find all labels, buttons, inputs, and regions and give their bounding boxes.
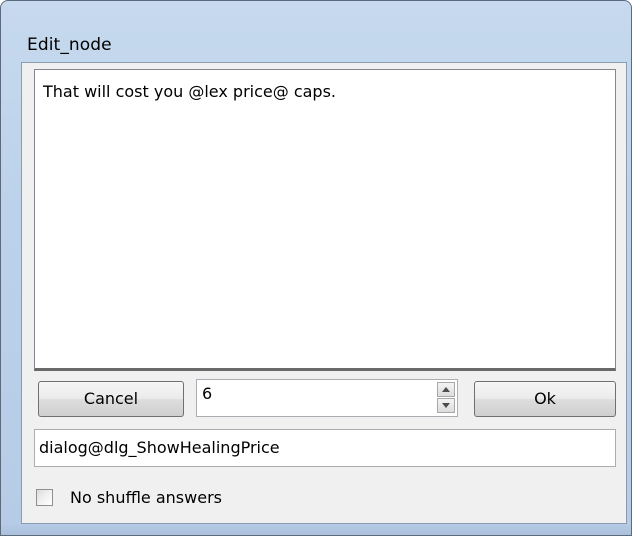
edit-node-window: Edit_node That will cost you @lex price@… [0,0,632,536]
number-stepper-value[interactable]: 6 [202,384,212,403]
number-stepper[interactable]: 6 [196,379,458,417]
arrow-up-icon[interactable] [437,382,455,397]
no-shuffle-label[interactable]: No shuffle answers [70,487,222,509]
no-shuffle-checkbox[interactable] [36,489,53,506]
spin-buttons [437,382,455,414]
cancel-button[interactable]: Cancel [38,381,184,417]
dialog-select[interactable]: dialog@dlg_ShowHealingPrice [34,429,616,467]
title-bar[interactable]: Edit_node [1,1,631,61]
node-text-editor[interactable]: That will cost you @lex price@ caps. [34,69,616,371]
dialog-select-value: dialog@dlg_ShowHealingPrice [39,438,280,457]
window-title: Edit_node [27,35,112,55]
ok-button[interactable]: Ok [474,381,616,417]
dialog-client-area: That will cost you @lex price@ caps. Can… [21,62,627,524]
window-bottom-frame [1,524,631,535]
arrow-down-icon[interactable] [437,398,455,413]
